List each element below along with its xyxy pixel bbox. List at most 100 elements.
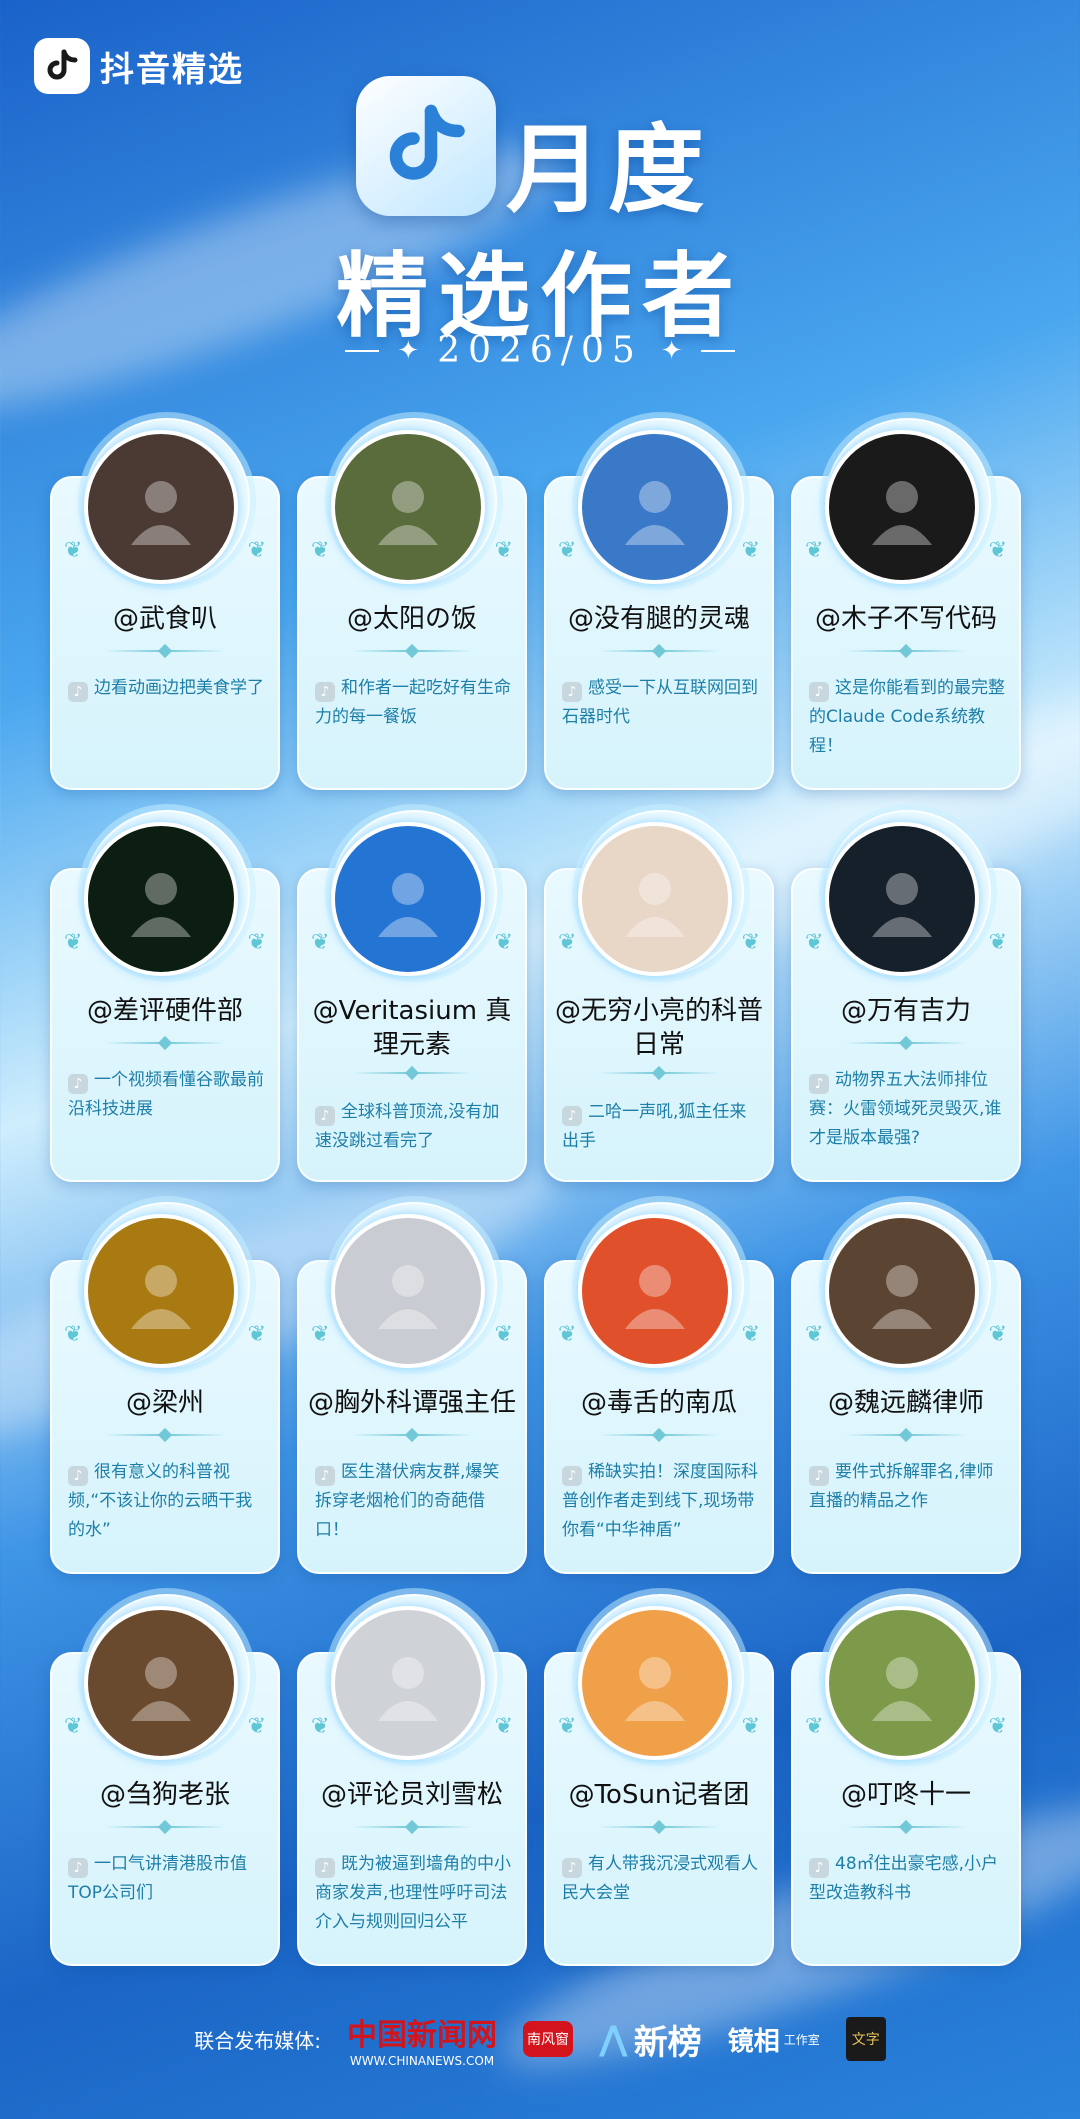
creator-name[interactable]: @无穷小亮的科普日常 <box>550 994 768 1062</box>
creator-name[interactable]: @没有腿的灵魂 <box>550 602 768 636</box>
avatar[interactable] <box>578 1606 732 1760</box>
creator-card[interactable]: ❦ ❦ @木子不写代码 ♪ 这是你能看到的最完整的Claude Code系统教程！ <box>791 418 1021 810</box>
creator-desc: ♪ 和作者一起吃好有生命力的每一餐饭 <box>315 674 513 732</box>
person-icon <box>378 873 438 937</box>
laurel-icon: ❦ <box>741 930 760 955</box>
person-icon <box>131 481 191 545</box>
creator-card[interactable]: ❦ ❦ @Veritasium 真理元素 ♪ 全球科普顶流,没有加速没跳过看完了 <box>297 810 527 1202</box>
creator-desc: ♪ 有人带我沉浸式观看人民大会堂 <box>562 1850 760 1908</box>
creator-desc-text: 一口气讲清港股市值TOP公司们 <box>68 1854 247 1903</box>
footer-label: 联合发布媒体: <box>194 2028 322 2053</box>
creator-desc: ♪ 一个视频看懂谷歌最前沿科技进展 <box>68 1066 266 1124</box>
creator-name[interactable]: @差评硬件部 <box>56 994 274 1028</box>
creator-card[interactable]: ❦ ❦ @无穷小亮的科普日常 ♪ 二哈一声吼,狐主任来出手 <box>544 810 774 1202</box>
creator-card[interactable]: ❦ ❦ @评论员刘雪松 ♪ 既为被逼到墙角的中小商家发声,也理性呼吁司法介入与规则回归公… <box>297 1594 527 1986</box>
creator-card[interactable]: ❦ ❦ @万有吉力 ♪ 动物界五大法师排位赛：火雷领域死灵毁灭,谁才是版本最强? <box>791 810 1021 1202</box>
douyin-mini-icon: ♪ <box>809 1074 829 1094</box>
creator-card[interactable]: ❦ ❦ @梁州 ♪ 很有意义的科普视频,“不该让你的云晒干我的水” <box>50 1202 280 1594</box>
creator-name[interactable]: @毒舌的南瓜 <box>550 1386 768 1420</box>
person-icon <box>625 873 685 937</box>
laurel-icon: ❦ <box>741 1322 760 1347</box>
avatar[interactable] <box>331 1606 485 1760</box>
laurel-icon: ❦ <box>558 1322 577 1347</box>
douyin-mini-icon: ♪ <box>315 1858 335 1878</box>
creator-name[interactable]: @Veritasium 真理元素 <box>303 994 521 1062</box>
avatar[interactable] <box>825 430 979 584</box>
avatar[interactable] <box>84 1214 238 1368</box>
creator-card[interactable]: ❦ ❦ @ToSun记者团 ♪ 有人带我沉浸式观看人民大会堂 <box>544 1594 774 1986</box>
creator-name[interactable]: @胸外科谭强主任 <box>303 1386 521 1420</box>
divider <box>352 1434 472 1436</box>
creator-desc: ♪ 动物界五大法师排位赛：火雷领域死灵毁灭,谁才是版本最强? <box>809 1066 1007 1153</box>
divider <box>599 1072 719 1074</box>
avatar[interactable] <box>825 1214 979 1368</box>
creator-desc-text: 边看动画边把美食学了 <box>94 678 264 698</box>
douyin-logo-icon <box>34 38 90 94</box>
creator-card[interactable]: ❦ ❦ @叮咚十一 ♪ 48㎡住出豪宅感,小户型改造教科书 <box>791 1594 1021 1986</box>
person-icon <box>378 1657 438 1721</box>
person-icon <box>872 1657 932 1721</box>
media-chinanews-logo: 中国新闻网 WWW.CHINANEWS.COM <box>347 2018 498 2068</box>
laurel-icon: ❦ <box>494 930 513 955</box>
creator-card[interactable]: ❦ ❦ @没有腿的灵魂 ♪ 感受一下从互联网回到石器时代 <box>544 418 774 810</box>
creator-name[interactable]: @魏远麟律师 <box>797 1386 1015 1420</box>
brand: 抖音精选 <box>34 38 244 94</box>
divider <box>352 650 472 652</box>
divider <box>105 1434 225 1436</box>
laurel-icon: ❦ <box>558 1714 577 1739</box>
avatar[interactable] <box>84 822 238 976</box>
creator-name[interactable]: @木子不写代码 <box>797 602 1015 636</box>
media-footer: 联合发布媒体: 中国新闻网 WWW.CHINANEWS.COM 南风窗 ⋀ 新榜… <box>0 2010 1080 2068</box>
creator-card[interactable]: ❦ ❦ @太阳の饭 ♪ 和作者一起吃好有生命力的每一餐饭 <box>297 418 527 810</box>
avatar[interactable] <box>84 430 238 584</box>
creator-name[interactable]: @万有吉力 <box>797 994 1015 1028</box>
divider <box>105 1042 225 1044</box>
creator-card[interactable]: ❦ ❦ @刍狗老张 ♪ 一口气讲清港股市值TOP公司们 <box>50 1594 280 1986</box>
creator-name[interactable]: @ToSun记者团 <box>550 1778 768 1812</box>
laurel-icon: ❦ <box>558 538 577 563</box>
xinbang-icon: ⋀ <box>599 2019 628 2059</box>
laurel-icon: ❦ <box>741 538 760 563</box>
divider <box>846 1042 966 1044</box>
avatar[interactable] <box>84 1606 238 1760</box>
douyin-big-logo-icon <box>356 76 496 216</box>
creator-card[interactable]: ❦ ❦ @差评硬件部 ♪ 一个视频看懂谷歌最前沿科技进展 <box>50 810 280 1202</box>
creator-name[interactable]: @刍狗老张 <box>56 1778 274 1812</box>
divider <box>599 650 719 652</box>
creator-name[interactable]: @评论员刘雪松 <box>303 1778 521 1812</box>
creator-name[interactable]: @叮咚十一 <box>797 1778 1015 1812</box>
avatar[interactable] <box>578 430 732 584</box>
laurel-icon: ❦ <box>247 1322 266 1347</box>
laurel-icon: ❦ <box>311 930 330 955</box>
creator-desc: ♪ 既为被逼到墙角的中小商家发声,也理性呼吁司法介入与规则回归公平 <box>315 1850 513 1937</box>
creator-card[interactable]: ❦ ❦ @胸外科谭强主任 ♪ 医生潜伏病友群,爆笑拆穿老烟枪们的奇葩借口！ <box>297 1202 527 1594</box>
laurel-icon: ❦ <box>64 1322 83 1347</box>
laurel-icon: ❦ <box>988 930 1007 955</box>
creator-name[interactable]: @武食叭 <box>56 602 274 636</box>
creator-card[interactable]: ❦ ❦ @武食叭 ♪ 边看动画边把美食学了 <box>50 418 280 810</box>
avatar[interactable] <box>331 430 485 584</box>
person-icon <box>872 1265 932 1329</box>
laurel-icon: ❦ <box>311 1714 330 1739</box>
person-icon <box>131 873 191 937</box>
creator-name[interactable]: @太阳の饭 <box>303 602 521 636</box>
avatar[interactable] <box>825 822 979 976</box>
avatar[interactable] <box>578 822 732 976</box>
avatar[interactable] <box>331 1214 485 1368</box>
person-icon <box>872 481 932 545</box>
creator-name[interactable]: @梁州 <box>56 1386 274 1420</box>
creator-desc: ♪ 边看动画边把美食学了 <box>68 674 266 703</box>
creator-desc: ♪ 医生潜伏病友群,爆笑拆穿老烟枪们的奇葩借口！ <box>315 1458 513 1545</box>
laurel-icon: ❦ <box>64 930 83 955</box>
avatar[interactable] <box>825 1606 979 1760</box>
avatar[interactable] <box>331 822 485 976</box>
laurel-icon: ❦ <box>64 1714 83 1739</box>
douyin-mini-icon: ♪ <box>68 682 88 702</box>
laurel-icon: ❦ <box>247 538 266 563</box>
person-icon <box>625 481 685 545</box>
laurel-icon: ❦ <box>311 1322 330 1347</box>
creator-card[interactable]: ❦ ❦ @毒舌的南瓜 ♪ 稀缺实拍！深度国际科普创作者走到线下,现场带你看“中华神盾” <box>544 1202 774 1594</box>
avatar[interactable] <box>578 1214 732 1368</box>
creator-card[interactable]: ❦ ❦ @魏远麟律师 ♪ 要件式拆解罪名,律师直播的精品之作 <box>791 1202 1021 1594</box>
creator-desc-text: 感受一下从互联网回到石器时代 <box>562 678 758 727</box>
